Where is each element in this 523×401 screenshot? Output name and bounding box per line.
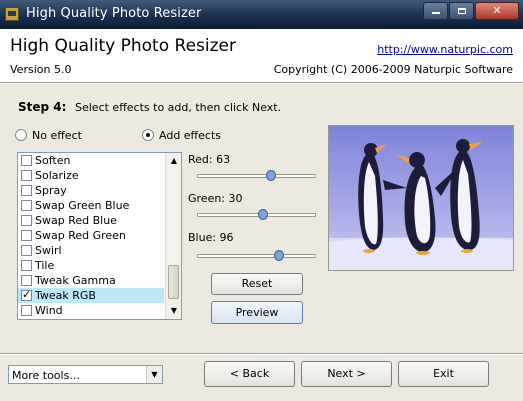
step-label: Step 4: (18, 100, 67, 114)
preview-button-label: Preview (235, 306, 279, 319)
list-item-label: Swap Red Green (35, 229, 126, 242)
add-effects-radio[interactable]: Add effects (142, 128, 221, 142)
more-tools-value: More tools... (12, 369, 80, 382)
list-item[interactable]: Solarize (18, 168, 181, 183)
checkbox-checked[interactable] (21, 288, 32, 301)
list-item-label: Spray (35, 184, 67, 197)
scroll-up-icon[interactable]: ▲ (166, 153, 181, 169)
radio-label: Add effects (159, 128, 221, 142)
exit-button[interactable]: Exit (398, 361, 489, 387)
close-icon: ✕ (492, 4, 502, 17)
green-label: Green: 30 (188, 192, 243, 205)
preview-image (328, 125, 514, 271)
copyright-label: Copyright (C) 2006-2009 Naturpic Softwar… (273, 63, 513, 76)
checkbox[interactable] (21, 155, 32, 166)
checkbox[interactable] (21, 245, 32, 256)
blue-slider-thumb[interactable] (273, 250, 284, 261)
reset-button[interactable]: Reset (211, 273, 303, 295)
list-item-label: Wind (35, 304, 63, 317)
red-slider[interactable] (197, 170, 316, 181)
list-item[interactable]: Wind (18, 303, 181, 318)
list-item[interactable]: Swap Red Blue (18, 213, 181, 228)
checkbox[interactable] (21, 305, 32, 316)
list-item[interactable]: Tile (18, 258, 181, 273)
radio-circle[interactable] (15, 129, 27, 141)
checkbox[interactable] (21, 260, 32, 271)
green-slider[interactable] (197, 209, 316, 220)
checkbox[interactable] (21, 230, 32, 241)
blue-label: Blue: 96 (188, 231, 234, 244)
minimize-icon (431, 12, 440, 14)
list-item[interactable]: Tweak Gamma (18, 273, 181, 288)
list-item-label: Swirl (35, 244, 62, 257)
chevron-down-icon[interactable]: ▼ (146, 366, 162, 383)
red-label: Red: 63 (188, 153, 231, 166)
maximize-icon (457, 8, 466, 14)
list-item-label: Tile (35, 259, 55, 272)
no-effect-radio[interactable]: No effect (15, 128, 82, 142)
more-tools-dropdown[interactable]: More tools... ▼ (8, 365, 163, 384)
next-button[interactable]: Next > (301, 361, 392, 387)
checkbox[interactable] (21, 200, 32, 211)
exit-button-label: Exit (433, 367, 454, 380)
window-title: High Quality Photo Resizer (26, 6, 202, 21)
effects-list[interactable]: Soften Solarize Spray Swap Green Blue Sw… (17, 152, 182, 320)
list-item-label: Solarize (35, 169, 79, 182)
list-scrollbar[interactable]: ▲ ▼ (165, 153, 181, 319)
app-heading: High Quality Photo Resizer (10, 36, 236, 56)
blue-slider[interactable] (197, 250, 316, 261)
list-item-label: Tweak Gamma (35, 274, 116, 287)
checkbox[interactable] (21, 170, 32, 181)
step-description: Select effects to add, then click Next. (75, 101, 282, 114)
list-item[interactable]: Swap Red Green (18, 228, 181, 243)
back-button[interactable]: < Back (204, 361, 295, 387)
list-item[interactable]: Swap Green Blue (18, 198, 181, 213)
list-item[interactable]: Spray (18, 183, 181, 198)
title-bar[interactable]: High Quality Photo Resizer ✕ (0, 0, 523, 29)
app-window: High Quality Photo Resizer ✕ High Qualit… (0, 0, 523, 401)
maximize-button[interactable] (449, 2, 474, 20)
close-button[interactable]: ✕ (475, 2, 519, 20)
list-item-selected[interactable]: Tweak RGB (18, 288, 164, 303)
list-item-label: Tweak RGB (35, 289, 96, 302)
list-item[interactable]: Swirl (18, 243, 181, 258)
checkbox[interactable] (21, 215, 32, 226)
next-button-label: Next > (327, 367, 366, 380)
penguins-photo (329, 126, 513, 270)
radio-label: No effect (32, 128, 82, 142)
list-item-label: Swap Red Blue (35, 214, 117, 227)
minimize-button[interactable] (423, 2, 448, 20)
scroll-down-icon[interactable]: ▼ (166, 303, 181, 319)
back-button-label: < Back (229, 367, 270, 380)
red-slider-thumb[interactable] (265, 170, 276, 181)
preview-button[interactable]: Preview (211, 301, 303, 324)
reset-button-label: Reset (241, 277, 273, 290)
checkbox[interactable] (21, 275, 32, 286)
list-item-label: Soften (35, 154, 71, 167)
list-item-label: Swap Green Blue (35, 199, 130, 212)
app-icon (5, 7, 19, 21)
version-label: Version 5.0 (10, 63, 72, 76)
website-link[interactable]: http://www.naturpic.com (377, 43, 513, 56)
radio-circle[interactable] (142, 129, 154, 141)
scroll-thumb[interactable] (168, 265, 179, 299)
list-item[interactable]: Soften (18, 153, 181, 168)
checkbox[interactable] (21, 185, 32, 196)
